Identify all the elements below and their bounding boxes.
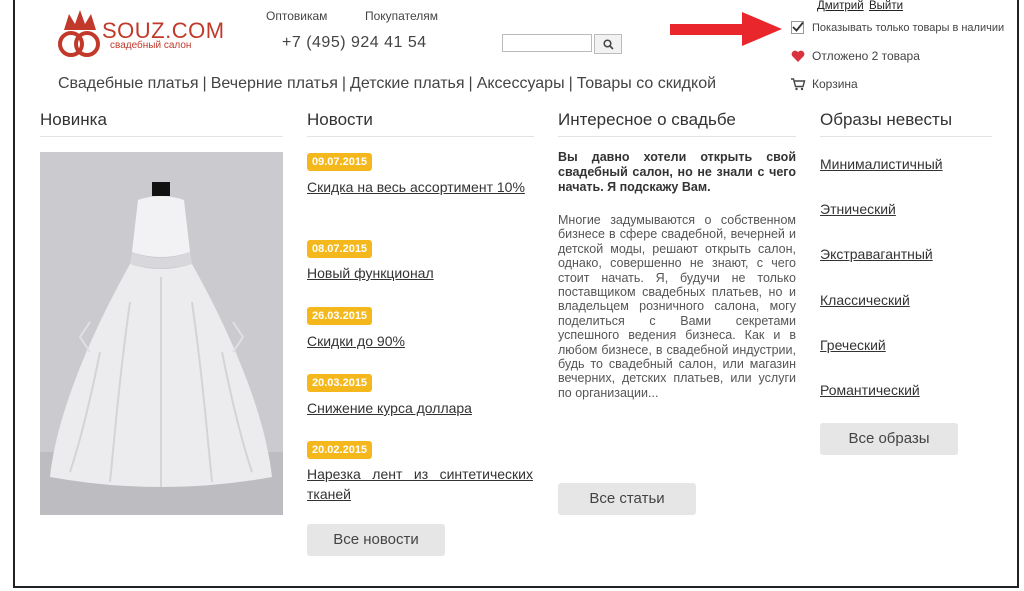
- news-link[interactable]: Нарезка лент из синтетических тканей: [307, 464, 533, 504]
- all-articles-button[interactable]: Все статьи: [558, 483, 696, 515]
- search-icon: [602, 38, 614, 50]
- look-link-ethnic[interactable]: Этнический: [820, 201, 896, 217]
- nav-separator: |: [468, 75, 473, 92]
- news-title: Новости: [307, 110, 534, 137]
- phone-number: +7 (495) 924 41 54: [282, 34, 427, 51]
- nav-item-discounts[interactable]: Товары со скидкой: [577, 75, 716, 92]
- wedding-dress-image: [40, 152, 283, 515]
- news-date-badge: 09.07.2015: [307, 153, 373, 171]
- all-news-button[interactable]: Все новости: [307, 524, 445, 556]
- news-date-badge: 20.03.2015: [307, 374, 373, 392]
- all-looks-button[interactable]: Все образы: [820, 423, 958, 455]
- nav-separator: |: [202, 75, 207, 92]
- cart-icon: [791, 78, 806, 91]
- news-date-badge: 08.07.2015: [307, 240, 373, 258]
- link-wholesale[interactable]: Оптовикам: [266, 9, 327, 23]
- news-link[interactable]: Снижение курса доллара: [307, 398, 533, 418]
- look-link-romantic[interactable]: Романтический: [820, 382, 920, 398]
- nav-item-evening-dresses[interactable]: Вечерние платья: [211, 75, 338, 92]
- article-body: Многие задумываются о собственном бизнес…: [558, 213, 796, 400]
- logout-link[interactable]: Выйти: [869, 0, 903, 12]
- user-name-link[interactable]: Дмитрий: [817, 0, 864, 12]
- interesting-title: Интересное о свадьбе: [558, 110, 796, 137]
- nav-item-accessories[interactable]: Аксессуары: [477, 75, 565, 92]
- logo-crown-rings-icon: [58, 10, 100, 57]
- news-link[interactable]: Скидки до 90%: [307, 331, 533, 351]
- nav-item-wedding-dresses[interactable]: Свадебные платья: [58, 75, 199, 92]
- main-nav: Свадебные платья | Вечерние платья | Детские…: [58, 75, 716, 93]
- look-link-extravagant[interactable]: Экстравагантный: [820, 246, 933, 262]
- nav-separator: |: [341, 75, 347, 92]
- search-input[interactable]: [502, 34, 592, 52]
- article-lead[interactable]: Вы давно хотели открыть свой свадебный с…: [558, 150, 796, 195]
- heart-icon: [791, 50, 805, 62]
- logo-subtitle: свадебный салон: [110, 40, 192, 51]
- search-button[interactable]: [594, 34, 622, 54]
- checkbox-icon: [792, 21, 804, 32]
- look-link-minimalist[interactable]: Минималистичный: [820, 156, 943, 172]
- look-link-greek[interactable]: Греческий: [820, 337, 886, 353]
- arrow-right-icon: [670, 12, 782, 46]
- novelty-image[interactable]: [40, 152, 283, 515]
- news-link[interactable]: Скидка на весь ассортимент 10%: [307, 177, 533, 197]
- nav-separator: |: [568, 75, 573, 92]
- in-stock-label[interactable]: Показывать только товары в наличии: [812, 22, 1004, 34]
- nav-item-kids-dresses[interactable]: Детские платья: [350, 75, 465, 92]
- cart-link[interactable]: Корзина: [812, 77, 858, 91]
- deferred-link[interactable]: Отложено 2 товара: [812, 49, 920, 63]
- in-stock-checkbox[interactable]: [791, 21, 804, 34]
- news-date-badge: 26.03.2015: [307, 307, 373, 325]
- news-date-badge: 20.02.2015: [307, 441, 373, 459]
- link-buyers[interactable]: Покупателям: [365, 9, 438, 23]
- look-link-classic[interactable]: Классический: [820, 292, 910, 308]
- logo[interactable]: SOUZ.COM свадебный салон: [55, 8, 224, 60]
- novelty-title: Новинка: [40, 110, 283, 137]
- looks-title: Образы невесты: [820, 110, 992, 137]
- news-link[interactable]: Новый функционал: [307, 263, 533, 283]
